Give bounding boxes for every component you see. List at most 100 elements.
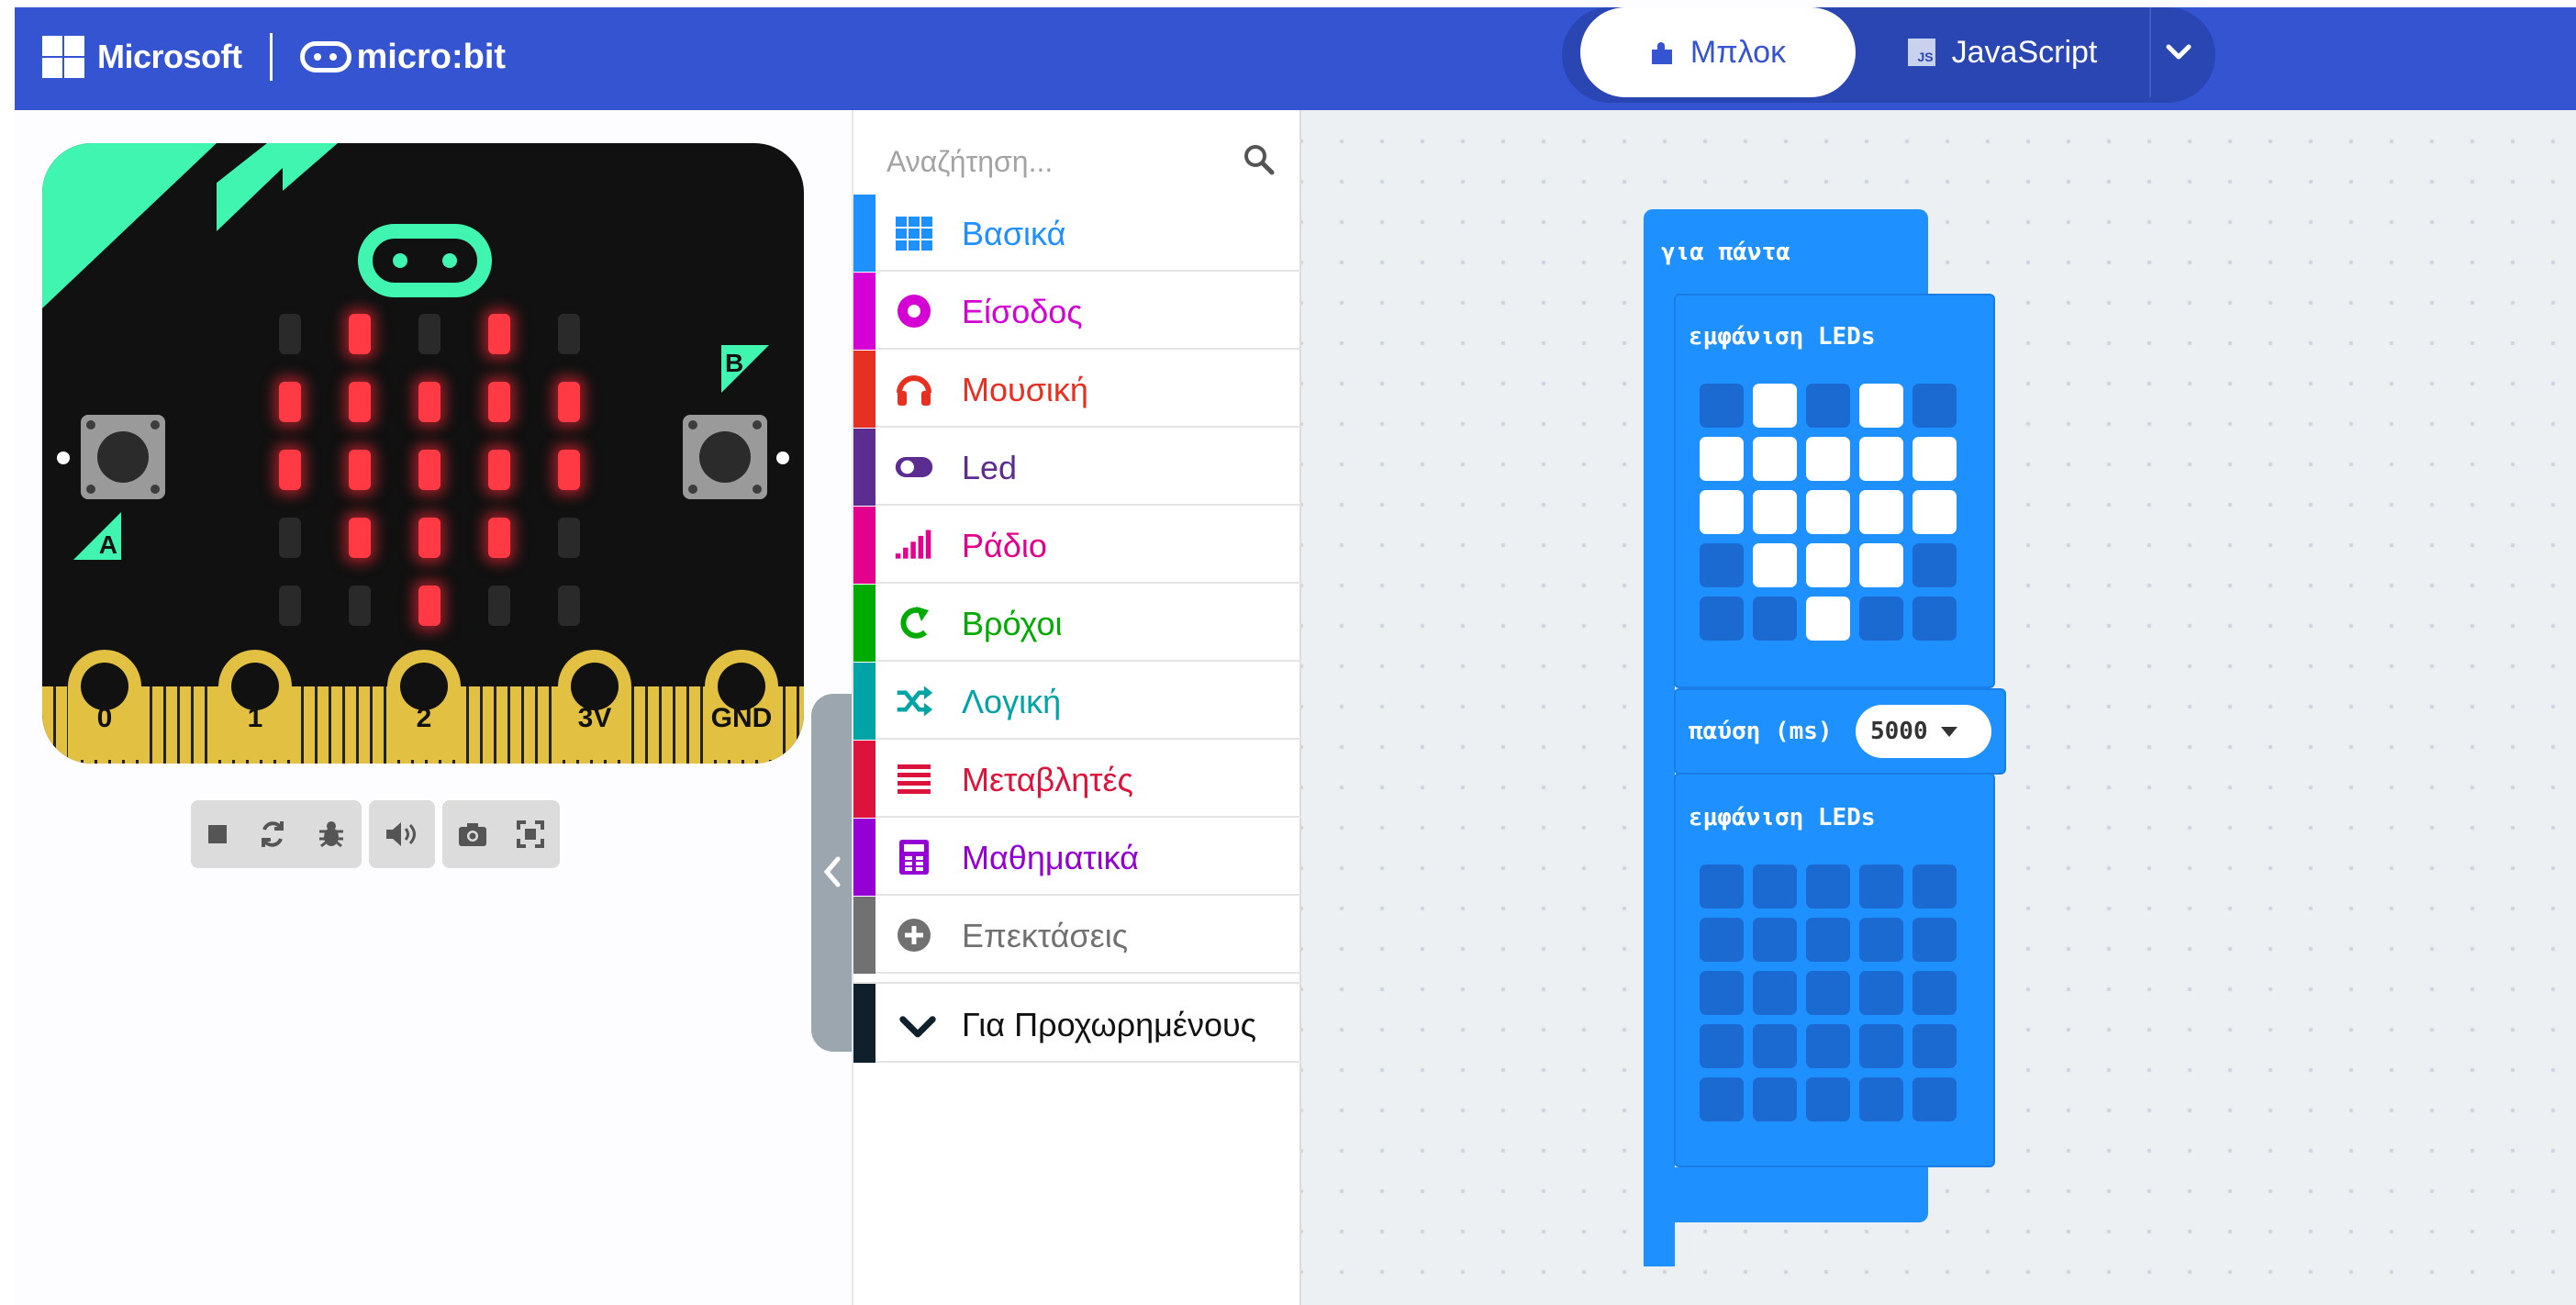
led-toggle-cell[interactable] [1806,543,1850,587]
pause-duration-dropdown[interactable]: 5000 [1856,705,1991,758]
led-toggle-cell[interactable] [1753,597,1797,641]
category-3[interactable]: Μουσική [853,351,1301,428]
pause-duration-value: 5000 [1870,718,1928,745]
led-1-2 [418,382,440,422]
led-toggle-cell[interactable] [1753,864,1797,909]
category-5[interactable]: Ράδιο [853,507,1301,584]
led-toggle-cell[interactable] [1753,490,1797,534]
led-toggle-cell[interactable] [1700,864,1744,909]
led-toggle-cell[interactable] [1753,384,1797,428]
led-toggle-cell[interactable] [1912,918,1957,962]
category-2[interactable]: Είσοδος [853,273,1301,350]
led-toggle-cell[interactable] [1753,1024,1797,1068]
led-toggle-cell[interactable] [1753,918,1797,962]
category-6[interactable]: Βρόχοι [853,585,1301,662]
led-toggle-cell[interactable] [1859,384,1903,428]
category-label: Μαθηματικά [962,839,1139,876]
category-7[interactable]: Λογική [853,663,1301,740]
fullscreen-icon[interactable] [516,820,545,849]
tab-blocks[interactable]: Μπλοκ [1580,7,1856,97]
led-toggle-cell[interactable] [1912,597,1957,641]
led-toggle-cell[interactable] [1806,918,1850,962]
led-toggle-cell[interactable] [1806,1077,1850,1121]
forever-block-spine [1644,284,1675,1266]
search-icon[interactable] [1243,143,1276,176]
led-toggle-cell[interactable] [1859,597,1903,641]
led-toggle-cell[interactable] [1753,1077,1797,1121]
led-toggle-cell[interactable] [1700,918,1744,962]
led-editor-grid-2[interactable] [1700,864,1957,1121]
led-toggle-cell[interactable] [1859,971,1903,1015]
blocks-workspace[interactable]: για πάντα εμφάνιση LEDs παύση (ms) 5000 … [1301,110,2576,1305]
led-toggle-cell[interactable] [1806,384,1850,428]
led-3-3 [488,518,510,558]
category-4[interactable]: Led [853,429,1301,506]
led-toggle-cell[interactable] [1912,971,1957,1015]
led-toggle-cell[interactable] [1859,1024,1903,1068]
led-toggle-cell[interactable] [1700,597,1744,641]
category-color-bar [853,663,875,740]
audio-controls [369,800,435,868]
pin-label: 1 [247,703,263,733]
headphones-icon [894,369,934,409]
plus-circle-icon [894,915,934,955]
led-toggle-cell[interactable] [1859,437,1903,481]
led-toggle-cell[interactable] [1806,864,1850,909]
pause-label: παύση (ms) [1689,718,1833,745]
tab-javascript[interactable]: JS JavaScript [1865,7,2140,97]
led-toggle-cell[interactable] [1753,971,1797,1015]
led-toggle-cell[interactable] [1806,490,1850,534]
led-toggle-cell[interactable] [1700,437,1744,481]
button-a-label: A [73,512,121,560]
led-toggle-cell[interactable] [1806,1024,1850,1068]
category-9[interactable]: Μαθηματικά [853,819,1301,896]
language-dropdown-button[interactable] [2149,7,2206,97]
led-toggle-cell[interactable] [1912,864,1957,909]
touch-logo[interactable] [358,224,492,297]
led-toggle-cell[interactable] [1700,1077,1744,1121]
restart-icon[interactable] [257,819,288,850]
led-toggle-cell[interactable] [1700,490,1744,534]
led-toggle-cell[interactable] [1859,543,1903,587]
led-toggle-cell[interactable] [1700,971,1744,1015]
led-toggle-cell[interactable] [1859,864,1903,909]
led-toggle-cell[interactable] [1912,437,1957,481]
screenshot-icon[interactable] [457,820,488,848]
microsoft-logo-icon [42,36,84,78]
button-a[interactable] [81,415,165,499]
stop-icon[interactable] [206,822,229,846]
led-toggle-cell[interactable] [1912,384,1957,428]
led-toggle-cell[interactable] [1912,1077,1957,1121]
led-toggle-cell[interactable] [1700,1024,1744,1068]
led-toggle-cell[interactable] [1859,918,1903,962]
led-toggle-cell[interactable] [1859,1077,1903,1121]
button-b[interactable] [683,415,767,499]
led-toggle-cell[interactable] [1700,384,1744,428]
tab-javascript-label: JavaScript [1951,34,2098,70]
category-8[interactable]: Μεταβλητές [853,741,1301,818]
led-1-4 [558,382,580,422]
mute-icon[interactable] [384,820,420,849]
led-toggle-cell[interactable] [1700,543,1744,587]
category-1[interactable]: Βασικά [853,195,1301,272]
led-toggle-cell[interactable] [1806,971,1850,1015]
window-edge [0,0,15,1305]
led-toggle-cell[interactable] [1806,597,1850,641]
led-toggle-cell[interactable] [1806,437,1850,481]
led-toggle-cell[interactable] [1859,490,1903,534]
led-0-4 [558,314,580,354]
led-toggle-cell[interactable] [1912,490,1957,534]
led-toggle-cell[interactable] [1753,437,1797,481]
category-10[interactable]: Επεκτάσεις [853,897,1301,974]
forever-label: για πάντα [1661,239,1790,266]
lines-icon [894,759,934,799]
debug-icon[interactable] [316,819,347,850]
led-toggle-cell[interactable] [1912,543,1957,587]
led-toggle-cell[interactable] [1753,543,1797,587]
led-editor-grid-1[interactable] [1700,384,1957,641]
collapse-simulator-button[interactable] [811,694,855,1052]
led-toggle-cell[interactable] [1912,1024,1957,1068]
category-advanced[interactable]: Για Προχωρημένους [853,982,1301,1063]
brand[interactable]: Microsoft micro:bit [42,29,506,84]
search-input[interactable] [885,127,1237,196]
